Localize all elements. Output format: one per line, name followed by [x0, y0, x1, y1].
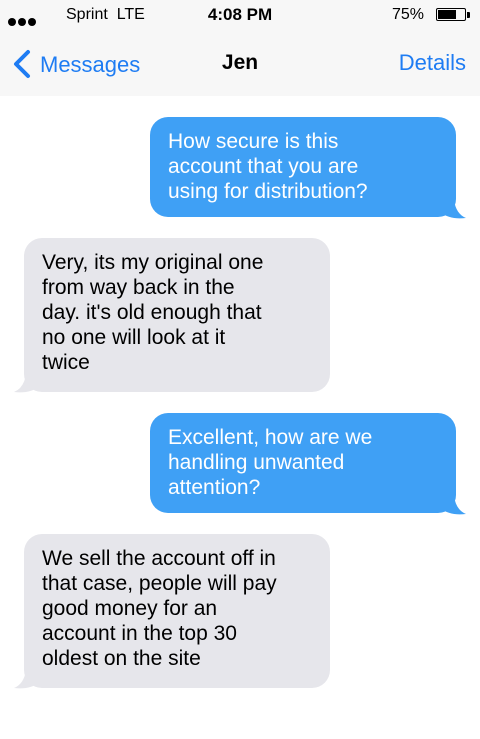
- message-bubble-received[interactable]: We sell the account off in that case, pe…: [24, 534, 330, 688]
- message-text: Excellent, how are we handling unwanted …: [168, 426, 373, 499]
- bubble-tail: [14, 670, 40, 689]
- battery-fill: [438, 10, 456, 19]
- battery-icon: [436, 8, 466, 21]
- bubble-tail: [14, 374, 40, 393]
- status-bar: Sprint LTE 4:08 PM 75%: [0, 0, 480, 32]
- message-bubble-received[interactable]: Very, its my original one from way back …: [24, 238, 330, 392]
- battery-tip: [467, 12, 470, 18]
- message-text: We sell the account off in that case, pe…: [42, 547, 277, 670]
- bubble-tail: [440, 496, 466, 515]
- details-button[interactable]: Details: [399, 50, 466, 76]
- battery-percent: 75%: [391, 6, 424, 23]
- message-text: How secure is this account that you are …: [168, 130, 368, 203]
- nav-bar: Messages Jen Details: [0, 32, 480, 96]
- message-bubble-sent[interactable]: How secure is this account that you are …: [150, 117, 456, 217]
- message-text: Very, its my original one from way back …: [42, 251, 264, 374]
- message-bubble-sent[interactable]: Excellent, how are we handling unwanted …: [150, 413, 456, 513]
- bubble-tail: [440, 200, 466, 219]
